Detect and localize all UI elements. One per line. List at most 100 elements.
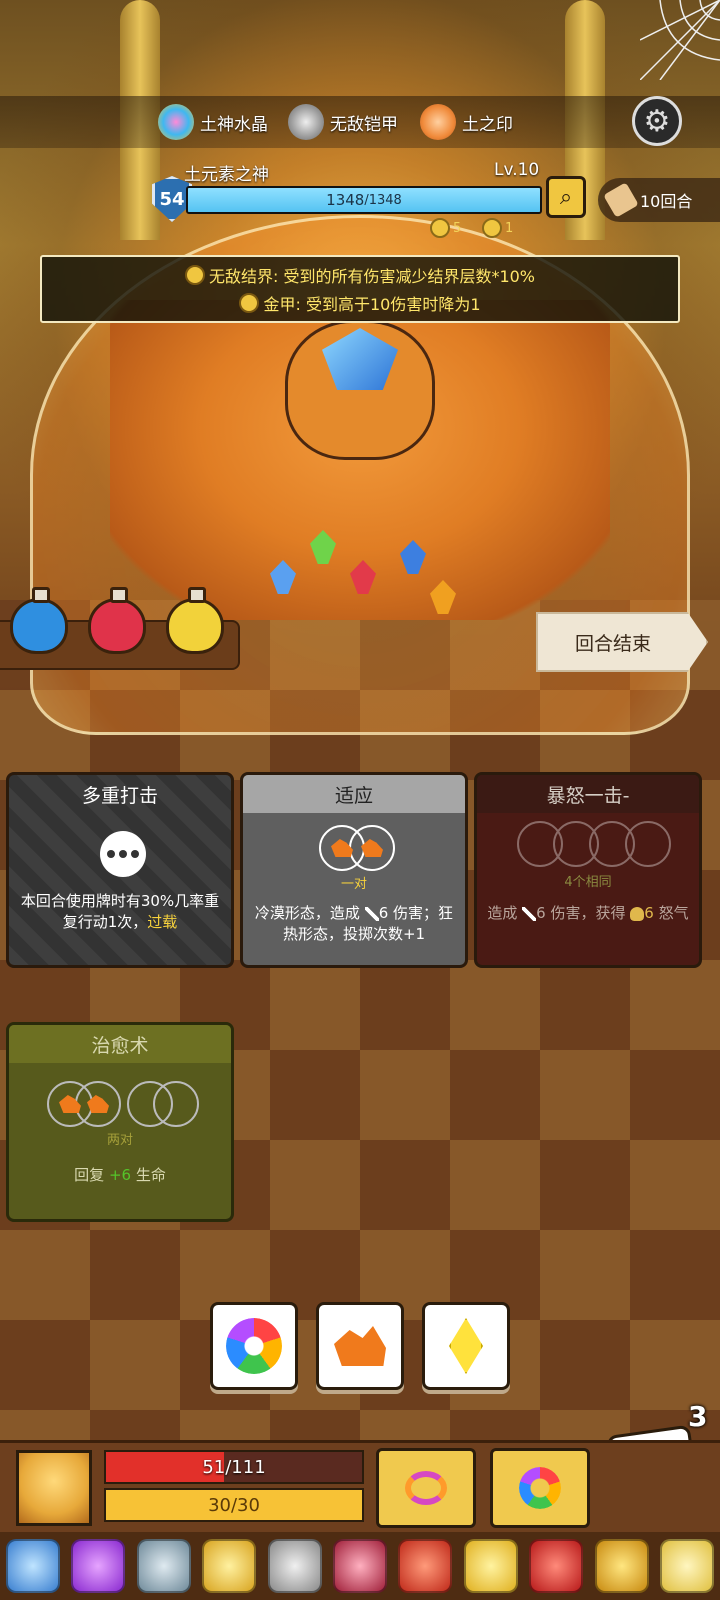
card-title: 暴怒一击- [477, 775, 699, 813]
skill-card-heal[interactable]: 治愈术 两对 回复 +6 生命 [6, 1022, 234, 1222]
card-desc-text: 伤害，获得 [550, 904, 626, 922]
skill-card-multi-strike[interactable]: 多重打击 本回合使用牌时有30%几率重复行动1次，过载 [6, 772, 234, 968]
boss-name: 土元素之神 [184, 165, 269, 185]
card-body: 本回合使用牌时有30%几率重复行动1次，过载 [9, 813, 231, 965]
player-energy-text: 30/30 [208, 1494, 260, 1516]
turn-counter: 10回合 [598, 178, 720, 222]
red-potion-icon[interactable] [88, 587, 146, 654]
player-hp-text: 51/111 [202, 1456, 266, 1478]
golden-helmet-icon[interactable] [202, 1539, 257, 1593]
buff-line: 金甲: 受到高于10伤害时降为1 [239, 291, 481, 315]
card-desc-text: 本回合使用牌时有30%几率重复行动1次， [20, 892, 220, 931]
armor-relic-icon [288, 104, 324, 140]
gold-armor-count: 1 [505, 220, 514, 236]
card-desc-text: 怒气 [658, 904, 689, 922]
damage-value: 6 [536, 904, 546, 922]
relic-label: 土之印 [462, 114, 513, 135]
reroll-button[interactable] [376, 1448, 476, 1528]
inventory-bar [0, 1532, 720, 1600]
buff-text: 金甲: 受到高于10伤害时降为1 [263, 295, 481, 314]
scroll-icon [603, 182, 639, 218]
relic-label: 土神水晶 [200, 114, 268, 135]
rage-icon [630, 906, 645, 921]
yellow-potion-icon[interactable] [166, 587, 224, 654]
buff-line: 无敌结界: 受到的所有伤害减少结界层数*10% [184, 263, 536, 287]
player-energy-bar: 30/30 [104, 1488, 364, 1522]
card-description: 本回合使用牌时有30%几率重复行动1次，过载 [17, 891, 223, 933]
card-description: 回复 +6 生命 [17, 1165, 223, 1186]
earth-seal-icon [420, 104, 456, 140]
barrier-stack-status[interactable]: 5 [430, 218, 461, 238]
card-title: 治愈术 [9, 1025, 231, 1063]
blue-crescent-icon[interactable] [5, 1539, 60, 1593]
turn-counter-label: 10回合 [640, 192, 693, 211]
dice-slot [153, 1081, 199, 1127]
red-dragon-icon[interactable] [529, 1539, 584, 1593]
end-turn-button[interactable]: 回合结束 [536, 612, 708, 672]
purple-potion-icon[interactable] [71, 1539, 126, 1593]
barrier-icon [430, 218, 450, 238]
rainbow-swirl-icon [519, 1467, 561, 1509]
relic-label: 无敌铠甲 [330, 114, 398, 135]
card-desc-text: 冷漠形态，造成 [254, 904, 360, 922]
die-rainbow[interactable] [210, 1302, 298, 1390]
reroll-icon [405, 1471, 447, 1505]
relic-invincible-armor[interactable]: 无敌铠甲 [288, 104, 398, 140]
barrier-stack-count: 5 [453, 220, 462, 236]
die-diamond[interactable] [422, 1302, 510, 1390]
crown-icon[interactable] [463, 1539, 518, 1593]
banana-icon[interactable] [660, 1539, 715, 1593]
heal-value: +6 [108, 1166, 132, 1184]
player-avatar[interactable] [16, 1450, 92, 1526]
card-desc-text: 生命 [135, 1166, 166, 1184]
player-hp-bar: 51/111 [104, 1450, 364, 1484]
skill-card-rage-strike[interactable]: 暴怒一击- 4个相同 造成 6 伤害，获得 6 怒气 [474, 772, 702, 968]
sword-icon [522, 906, 537, 921]
boss-level: Lv.10 [494, 160, 540, 180]
boss-hp-bar: 1348 /1348 [186, 186, 542, 214]
crystal-relic-icon [158, 104, 194, 140]
card-requirement: 4个相同 [564, 875, 612, 890]
more-icon [100, 831, 146, 877]
card-desc-text: 造成 [487, 904, 518, 922]
relic-earth-seal[interactable]: 土之印 [420, 104, 513, 140]
card-body: 两对 回复 +6 生命 [9, 1063, 231, 1215]
card-requirement: 一对 [340, 877, 367, 892]
card-description: 造成 6 伤害，获得 6 怒气 [485, 903, 691, 924]
card-requirement: 两对 [106, 1133, 133, 1148]
barrier-icon [184, 265, 205, 285]
overload-keyword: 过载 [147, 913, 178, 931]
axe-icon[interactable] [136, 1539, 191, 1593]
card-title: 多重打击 [81, 784, 158, 807]
yellow-diamond-icon [449, 1318, 483, 1374]
heart-charm-icon[interactable] [332, 1539, 387, 1593]
cobweb-decoration [640, 0, 720, 80]
buff-text: 无敌结界: 受到的所有伤害减少结界层数*10% [208, 267, 536, 286]
blue-potion-icon[interactable] [10, 587, 68, 654]
red-cauldron-icon[interactable] [398, 1539, 453, 1593]
card-desc-text: 回复 [74, 1166, 105, 1184]
remaining-rolls: 3 [688, 1400, 708, 1433]
die-earth[interactable] [316, 1302, 404, 1390]
card-description: 冷漠形态，造成 6 伤害；狂热形态，投掷次数+1 [251, 903, 457, 945]
buff-tooltip: 无敌结界: 受到的所有伤害减少结界层数*10% 金甲: 受到高于10伤害时降为1 [40, 255, 680, 323]
dice-slot [625, 821, 671, 867]
gold-armor-status[interactable]: 1 [482, 218, 513, 238]
sword-icon [364, 906, 379, 921]
golden-cross-icon[interactable] [594, 1539, 649, 1593]
gear-icon[interactable]: ⚙ [632, 96, 682, 146]
card-title: 适应 [243, 775, 465, 813]
rage-value: 6 [644, 904, 654, 922]
coin-icon[interactable] [267, 1539, 322, 1593]
magnifier-icon[interactable]: ⌕ [546, 176, 586, 218]
relic-earth-crystal[interactable]: 土神水晶 [158, 104, 268, 140]
boss-hp-current: 1348 [326, 191, 365, 209]
shield-icon [239, 293, 260, 313]
rainbow-ability-button[interactable] [490, 1448, 590, 1528]
rainbow-swirl-icon [226, 1318, 282, 1374]
boss-hp-text: 1348 /1348 [188, 188, 540, 212]
skill-card-adapt[interactable]: 适应 一对 冷漠形态，造成 6 伤害；狂热形态，投掷次数+1 [240, 772, 468, 968]
damage-value: 6 [378, 904, 389, 922]
boss-hp-max: /1348 [364, 192, 402, 208]
shield-icon [482, 218, 502, 238]
